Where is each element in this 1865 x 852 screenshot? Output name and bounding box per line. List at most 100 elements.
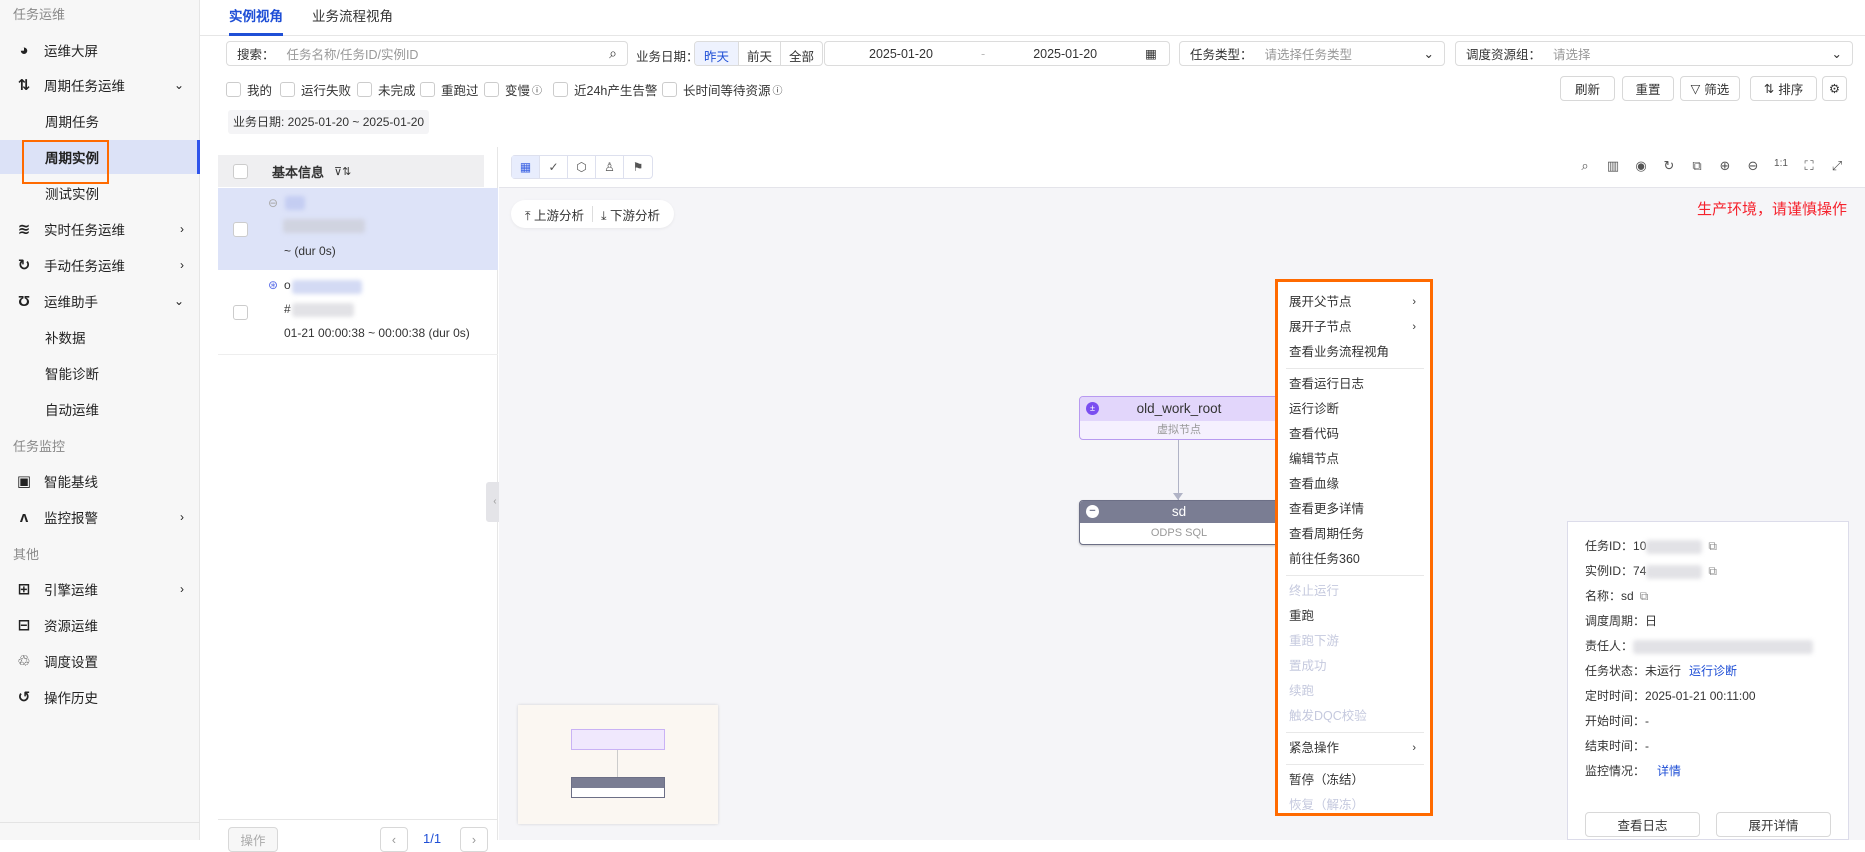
- reset-button[interactable]: 重置: [1622, 76, 1674, 101]
- menu-item[interactable]: 展开子节点 ›: [1278, 315, 1430, 340]
- downstream-analysis-button[interactable]: ⤓ 下游分析: [601, 205, 660, 224]
- sidebar-item-assistant[interactable]: Ʊ 运维助手 ⌄: [0, 284, 200, 318]
- filter-failed[interactable]: 运行失败: [280, 80, 351, 99]
- fit-view-icon[interactable]: ⛶: [1799, 158, 1819, 174]
- row-checkbox[interactable]: [233, 222, 248, 237]
- help-icon[interactable]: ⓘ: [532, 82, 542, 97]
- tab-flow-view[interactable]: 业务流程视角: [312, 0, 393, 36]
- sidebar-item-resource[interactable]: ⊟ 资源运维: [0, 608, 200, 642]
- user-icon[interactable]: ♙: [596, 156, 624, 178]
- sidebar-item-stream-ops[interactable]: ≋ 实时任务运维 ›: [0, 212, 200, 246]
- sidebar-item-cycle-ops[interactable]: ⇅ 周期任务运维 ⌄: [0, 68, 200, 102]
- sidebar-item-engine[interactable]: ⊞ 引擎运维 ›: [0, 572, 200, 606]
- settings-button[interactable]: ⚙: [1822, 76, 1847, 101]
- menu-item[interactable]: 查看业务流程视角: [1278, 340, 1430, 365]
- menu-item[interactable]: 前往任务360: [1278, 547, 1430, 572]
- actual-size-icon[interactable]: 1:1: [1771, 158, 1791, 174]
- sidebar-item-schedule[interactable]: ♲ 调度设置: [0, 644, 200, 678]
- refresh-button[interactable]: 刷新: [1560, 76, 1615, 101]
- menu-item[interactable]: 查看周期任务: [1278, 522, 1430, 547]
- label: 运行失败: [301, 84, 352, 98]
- expand-detail-button[interactable]: 展开详情: [1716, 812, 1831, 837]
- dag-node-old-work-root[interactable]: ± old_work_root 虚拟节点: [1079, 396, 1279, 440]
- zoom-out-icon[interactable]: ⊖: [1743, 158, 1763, 174]
- checkbox[interactable]: [484, 82, 499, 97]
- cube-icon[interactable]: ⬡: [568, 156, 596, 178]
- upstream-analysis-button[interactable]: ⤒ 上游分析: [525, 205, 584, 224]
- sidebar-item-baseline[interactable]: ▣ 智能基线: [0, 464, 200, 498]
- collapse-icon[interactable]: −: [1086, 505, 1099, 518]
- help-icon[interactable]: ⓘ: [773, 82, 783, 97]
- search-input[interactable]: 搜索： 任务名称/任务ID/实例ID ⌕: [226, 41, 628, 66]
- sidebar-item-dashboard[interactable]: ◕ 运维大屏: [0, 33, 200, 67]
- menu-item[interactable]: 查看更多详情: [1278, 497, 1430, 522]
- layers-icon[interactable]: ⧉: [1687, 158, 1707, 174]
- filter-wait-resource[interactable]: 长时间等待资源 ⓘ: [662, 80, 783, 99]
- flag-icon[interactable]: ⚑: [624, 156, 652, 178]
- sidebar-item-manual-ops[interactable]: ↻ 手动任务运维 ›: [0, 248, 200, 282]
- sidebar-item-diagnose[interactable]: 智能诊断: [0, 356, 200, 390]
- menu-item[interactable]: 查看代码: [1278, 422, 1430, 447]
- map-icon[interactable]: ▥: [1603, 158, 1623, 174]
- menu-item[interactable]: 查看血缘: [1278, 472, 1430, 497]
- filter-slow[interactable]: 变慢 ⓘ: [484, 80, 542, 99]
- date-yesterday[interactable]: 昨天: [695, 42, 740, 65]
- task-type-select[interactable]: 任务类型： 请选择任务类型 ⌄: [1179, 41, 1445, 66]
- checkbox[interactable]: [662, 82, 677, 97]
- search-icon[interactable]: ⌕: [609, 45, 617, 62]
- sidebar-item-history[interactable]: ↺ 操作历史: [0, 680, 200, 714]
- date-end[interactable]: 2025-01-20: [1033, 47, 1097, 61]
- check-circle-icon[interactable]: ✓: [540, 156, 568, 178]
- filter-sort-icon[interactable]: ⊽⇅: [334, 165, 351, 178]
- filter-incomplete[interactable]: 未完成: [357, 80, 416, 99]
- sort-button[interactable]: ⇅ 排序: [1750, 76, 1817, 101]
- row-checkbox[interactable]: [233, 305, 248, 320]
- menu-item[interactable]: 重跑: [1278, 604, 1430, 629]
- refresh-icon[interactable]: ↻: [1659, 158, 1679, 174]
- menu-item[interactable]: 编辑节点: [1278, 447, 1430, 472]
- checkbox[interactable]: [357, 82, 372, 97]
- checkbox[interactable]: [553, 82, 568, 97]
- expand-icon[interactable]: ±: [1086, 402, 1099, 415]
- dag-node-sd[interactable]: − sd ODPS SQL: [1079, 500, 1279, 545]
- sidebar-item-test-instance[interactable]: 测试实例: [0, 176, 200, 210]
- sidebar-item-alarm[interactable]: ʌ 监控报警 ›: [0, 500, 200, 534]
- filter-mine[interactable]: 我的: [226, 80, 272, 99]
- tab-instance-view[interactable]: 实例视角: [229, 0, 283, 36]
- list-item[interactable]: ⊛ o # 01-21 00:00:38 ~ 00:00:38 (dur 0s): [218, 270, 498, 355]
- resource-group-select[interactable]: 调度资源组： 请选择 ⌄: [1455, 41, 1853, 66]
- menu-item[interactable]: 展开父节点 ›: [1278, 290, 1430, 315]
- eye-icon[interactable]: ◉: [1631, 158, 1651, 174]
- sidebar-item-backfill[interactable]: 补数据: [0, 320, 200, 354]
- diagnose-link[interactable]: 运行诊断: [1689, 659, 1737, 684]
- checkbox[interactable]: [226, 82, 241, 97]
- date-start[interactable]: 2025-01-20: [869, 47, 933, 61]
- search-icon[interactable]: ⌕: [1575, 158, 1595, 174]
- zoom-in-icon[interactable]: ⊕: [1715, 158, 1735, 174]
- menu-item[interactable]: 运行诊断: [1278, 397, 1430, 422]
- date-range-picker[interactable]: 2025-01-20 - 2025-01-20 ▦: [824, 41, 1170, 66]
- task-name[interactable]: o: [284, 278, 291, 292]
- checkbox[interactable]: [280, 82, 295, 97]
- sidebar-item-auto-ops[interactable]: 自动运维: [0, 392, 200, 426]
- date-all[interactable]: 全部: [781, 42, 822, 65]
- menu-item[interactable]: 查看运行日志: [1278, 372, 1430, 397]
- copy-icon[interactable]: ⧉: [1640, 584, 1649, 609]
- filter-button[interactable]: ▽ 筛选: [1680, 76, 1740, 101]
- checkbox[interactable]: [420, 82, 435, 97]
- copy-icon[interactable]: ⧉: [1708, 534, 1717, 559]
- minimap[interactable]: [518, 705, 718, 824]
- copy-icon[interactable]: ⧉: [1708, 559, 1717, 584]
- filter-rerun[interactable]: 重跑过: [420, 80, 479, 99]
- date-day-before[interactable]: 前天: [739, 42, 782, 65]
- menu-item[interactable]: 暂停（冻结）: [1278, 768, 1430, 793]
- fullscreen-icon[interactable]: ⤢: [1827, 158, 1847, 174]
- sidebar-item-cycle-task[interactable]: 周期任务: [0, 104, 200, 138]
- monitor-detail-link[interactable]: 详情: [1657, 759, 1681, 784]
- menu-item[interactable]: 紧急操作 ›: [1278, 736, 1430, 761]
- list-item[interactable]: ⊖ ~ (dur 0s): [218, 188, 498, 270]
- view-log-button[interactable]: 查看日志: [1585, 812, 1700, 837]
- filter-alarm-24h[interactable]: 近24h产生告警: [553, 80, 657, 99]
- select-all-checkbox[interactable]: [233, 163, 248, 179]
- grid-icon[interactable]: ▦: [512, 156, 540, 178]
